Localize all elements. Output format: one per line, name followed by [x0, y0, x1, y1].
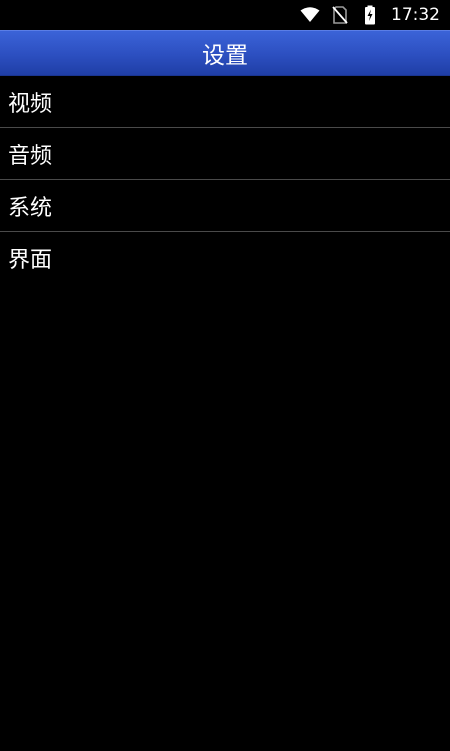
status-bar: 17:32 [0, 0, 450, 30]
battery-charging-icon [359, 4, 381, 26]
menu-item-system[interactable]: 系统 [0, 180, 450, 232]
menu-item-label: 系统 [8, 195, 53, 221]
no-sim-icon [329, 4, 351, 26]
menu-item-interface[interactable]: 界面 [0, 232, 450, 284]
settings-menu: 视频 音频 系统 界面 [0, 76, 450, 284]
page-title: 设置 [202, 43, 248, 69]
menu-item-label: 视频 [8, 91, 53, 117]
menu-item-audio[interactable]: 音频 [0, 128, 450, 180]
menu-item-label: 音频 [8, 143, 53, 169]
wifi-icon [299, 4, 321, 26]
settings-screen: 17:32 设置 视频 音频 系统 界面 [0, 0, 450, 751]
app-bar: 设置 [0, 30, 450, 76]
menu-item-label: 界面 [8, 248, 53, 273]
status-time: 17:32 [391, 5, 440, 25]
menu-item-video[interactable]: 视频 [0, 76, 450, 128]
